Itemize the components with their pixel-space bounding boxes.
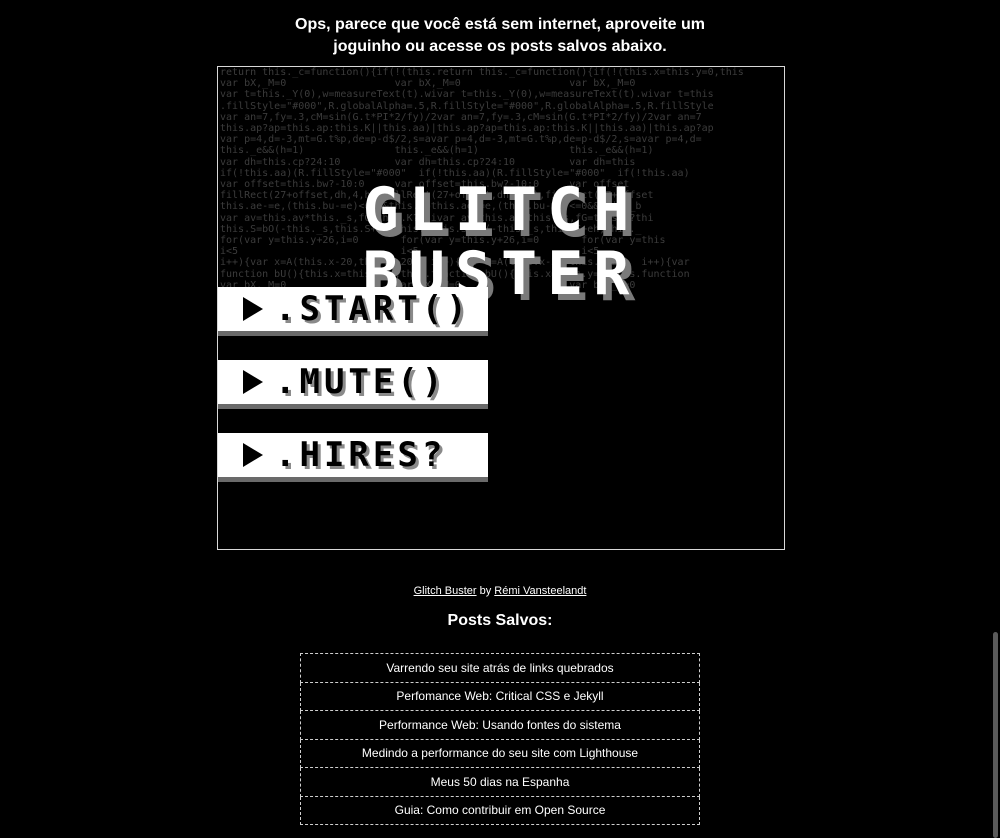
offline-message: Ops, parece que você está sem internet, …	[0, 14, 1000, 58]
saved-post-item[interactable]: Varrendo seu site atrás de links quebrad…	[300, 653, 700, 683]
play-arrow-icon	[243, 370, 263, 394]
game-link[interactable]: Glitch Buster	[414, 585, 477, 597]
start-button-label: .START()	[275, 289, 471, 329]
saved-post-item[interactable]: Perfomance Web: Critical CSS e Jekyll	[300, 682, 700, 711]
page-scrollbar[interactable]	[993, 632, 998, 838]
saved-post-item[interactable]: Guia: Como contribuir em Open Source	[300, 796, 700, 825]
saved-posts-list: Varrendo seu site atrás de links quebrad…	[300, 653, 700, 825]
credit-by: by	[479, 585, 492, 597]
start-button[interactable]: .START()	[218, 287, 488, 331]
game-logo-line1: GLITCH	[362, 175, 640, 245]
saved-post-item[interactable]: Medindo a performance do seu site com Li…	[300, 739, 700, 768]
play-arrow-icon	[243, 443, 263, 467]
author-link[interactable]: Rémi Vansteelandt	[494, 585, 586, 597]
game-credit: Glitch Buster by Rémi Vansteelandt	[0, 585, 1000, 597]
saved-post-item[interactable]: Performance Web: Usando fontes do sistem…	[300, 711, 700, 740]
game-canvas[interactable]: return this._c=function(){if(!(this.retu…	[217, 66, 785, 550]
offline-message-line2: joguinho ou acesse os posts salvos abaix…	[333, 38, 667, 55]
hires-button-label: .HIRES?	[275, 435, 447, 475]
offline-message-line1: Ops, parece que você está sem internet, …	[295, 16, 705, 33]
mute-button[interactable]: .MUTE()	[218, 360, 488, 404]
saved-posts-title: Posts Salvos:	[447, 612, 553, 629]
saved-post-item[interactable]: Meus 50 dias na Espanha	[300, 768, 700, 797]
play-arrow-icon	[243, 297, 263, 321]
hires-button[interactable]: .HIRES?	[218, 433, 488, 477]
offline-page: Ops, parece que você está sem internet, …	[0, 0, 1000, 838]
mute-button-label: .MUTE()	[275, 362, 447, 402]
